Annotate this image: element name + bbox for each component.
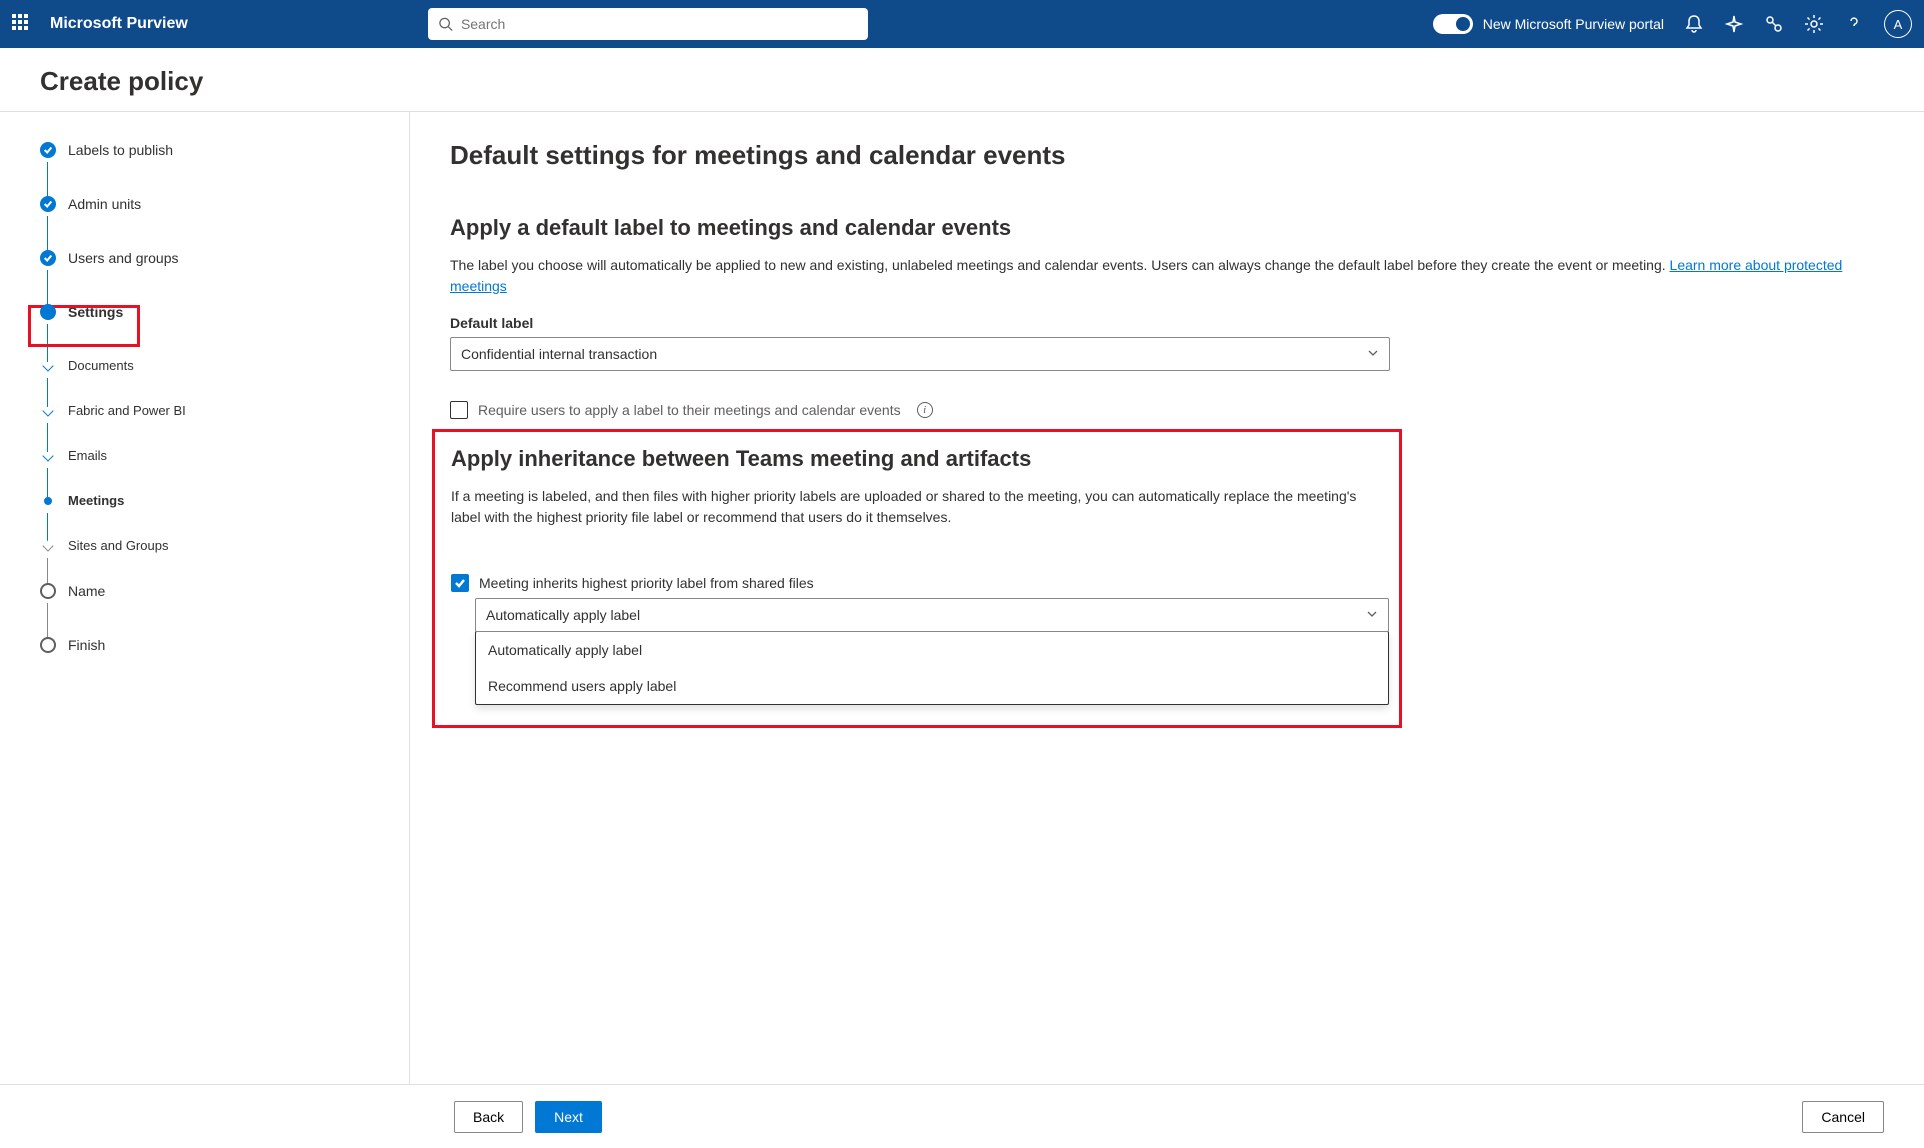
step-fabric-power-bi[interactable]: Fabric and Power BI: [40, 403, 369, 448]
main-heading: Default settings for meetings and calend…: [450, 140, 1884, 171]
back-button[interactable]: Back: [454, 1101, 523, 1133]
sparkle-icon[interactable]: [1724, 14, 1744, 34]
search-box[interactable]: [428, 8, 868, 40]
chevron-down-icon: [1366, 607, 1378, 623]
portal-toggle-label: New Microsoft Purview portal: [1483, 16, 1664, 32]
step-documents[interactable]: Documents: [40, 358, 369, 403]
inherit-option-recommend[interactable]: Recommend users apply label: [476, 668, 1388, 704]
default-label-field-label: Default label: [450, 315, 1884, 331]
inherit-checkbox-label: Meeting inherits highest priority label …: [479, 575, 814, 591]
chevron-down-icon: [1367, 346, 1379, 362]
inherit-option-auto[interactable]: Automatically apply label: [476, 632, 1388, 668]
brand-title: Microsoft Purview: [50, 15, 188, 33]
highlight-inheritance-section: Apply inheritance between Teams meeting …: [432, 429, 1402, 728]
connections-icon[interactable]: [1764, 14, 1784, 34]
step-meetings[interactable]: Meetings: [40, 493, 369, 538]
default-label-select[interactable]: Confidential internal transaction: [450, 337, 1390, 371]
wizard-footer: Back Next Cancel: [0, 1084, 1924, 1148]
require-label-checkbox[interactable]: [450, 401, 468, 419]
step-admin-units[interactable]: Admin units: [40, 196, 369, 250]
section-default-label-heading: Apply a default label to meetings and ca…: [450, 215, 1884, 241]
next-button[interactable]: Next: [535, 1101, 602, 1133]
main-content: Default settings for meetings and calend…: [410, 112, 1924, 1084]
inherit-checkbox[interactable]: [451, 574, 469, 592]
step-sites-and-groups[interactable]: Sites and Groups: [40, 538, 369, 583]
portal-toggle[interactable]: [1433, 14, 1473, 34]
cancel-button[interactable]: Cancel: [1802, 1101, 1884, 1133]
app-header: Microsoft Purview New Microsoft Purview …: [0, 0, 1924, 48]
default-label-value: Confidential internal transaction: [461, 346, 657, 362]
help-icon[interactable]: [1844, 14, 1864, 34]
user-avatar[interactable]: A: [1884, 10, 1912, 38]
notifications-icon[interactable]: [1684, 14, 1704, 34]
page-title: Create policy: [0, 48, 1924, 112]
search-icon: [438, 16, 453, 32]
search-input[interactable]: [461, 16, 858, 32]
step-labels-to-publish[interactable]: Labels to publish: [40, 142, 369, 196]
step-settings[interactable]: Settings: [40, 304, 369, 358]
wizard-sidebar: Labels to publish Admin units Users and …: [0, 112, 410, 1084]
inherit-mode-value: Automatically apply label: [486, 607, 640, 623]
inherit-mode-select[interactable]: Automatically apply label: [475, 598, 1389, 632]
step-finish[interactable]: Finish: [40, 637, 369, 653]
section-inheritance-desc: If a meeting is labeled, and then files …: [451, 486, 1383, 528]
inherit-mode-dropdown: Automatically apply label Recommend user…: [475, 631, 1389, 705]
step-emails[interactable]: Emails: [40, 448, 369, 493]
step-users-and-groups[interactable]: Users and groups: [40, 250, 369, 304]
section-default-label-desc: The label you choose will automatically …: [450, 255, 1884, 297]
settings-icon[interactable]: [1804, 14, 1824, 34]
step-name[interactable]: Name: [40, 583, 369, 637]
section-inheritance-heading: Apply inheritance between Teams meeting …: [451, 446, 1383, 472]
require-label-checkbox-label: Require users to apply a label to their …: [478, 402, 901, 418]
info-icon[interactable]: i: [917, 402, 933, 418]
app-launcher-icon[interactable]: [12, 14, 32, 34]
